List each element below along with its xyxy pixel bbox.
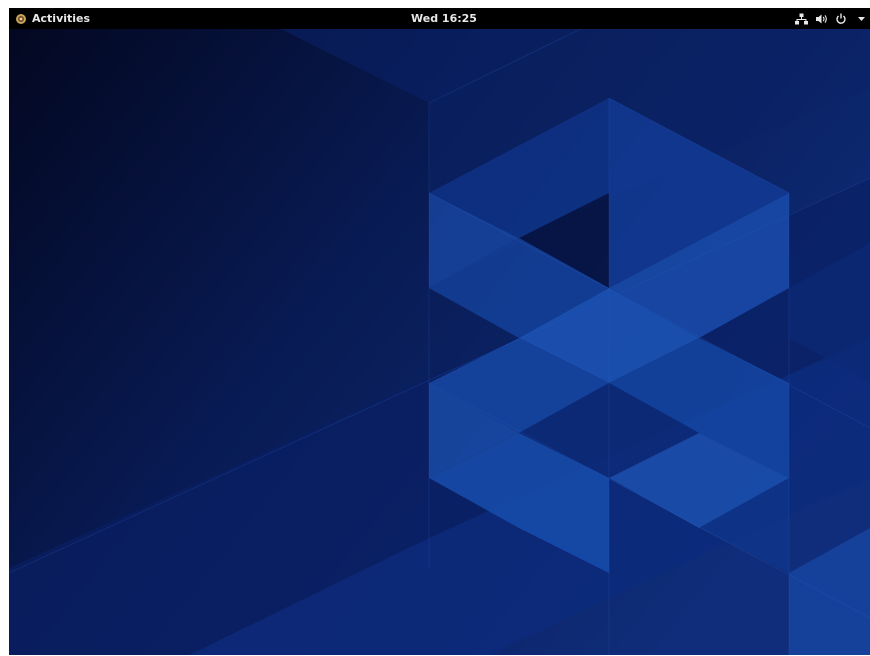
- system-tray[interactable]: [794, 8, 868, 29]
- clock[interactable]: Wed 16:25: [399, 8, 489, 29]
- chevron-down-icon[interactable]: [854, 12, 868, 26]
- desktop: Activities Wed 16:25: [9, 8, 870, 655]
- network-wired-icon[interactable]: [794, 12, 808, 26]
- power-icon[interactable]: [834, 12, 848, 26]
- volume-icon[interactable]: [814, 12, 828, 26]
- activities-icon: [15, 13, 27, 25]
- desktop-wallpaper: [9, 8, 870, 655]
- activities-label: Activities: [32, 12, 91, 25]
- top-bar: Activities Wed 16:25: [9, 8, 870, 29]
- activities-button[interactable]: Activities: [15, 8, 90, 29]
